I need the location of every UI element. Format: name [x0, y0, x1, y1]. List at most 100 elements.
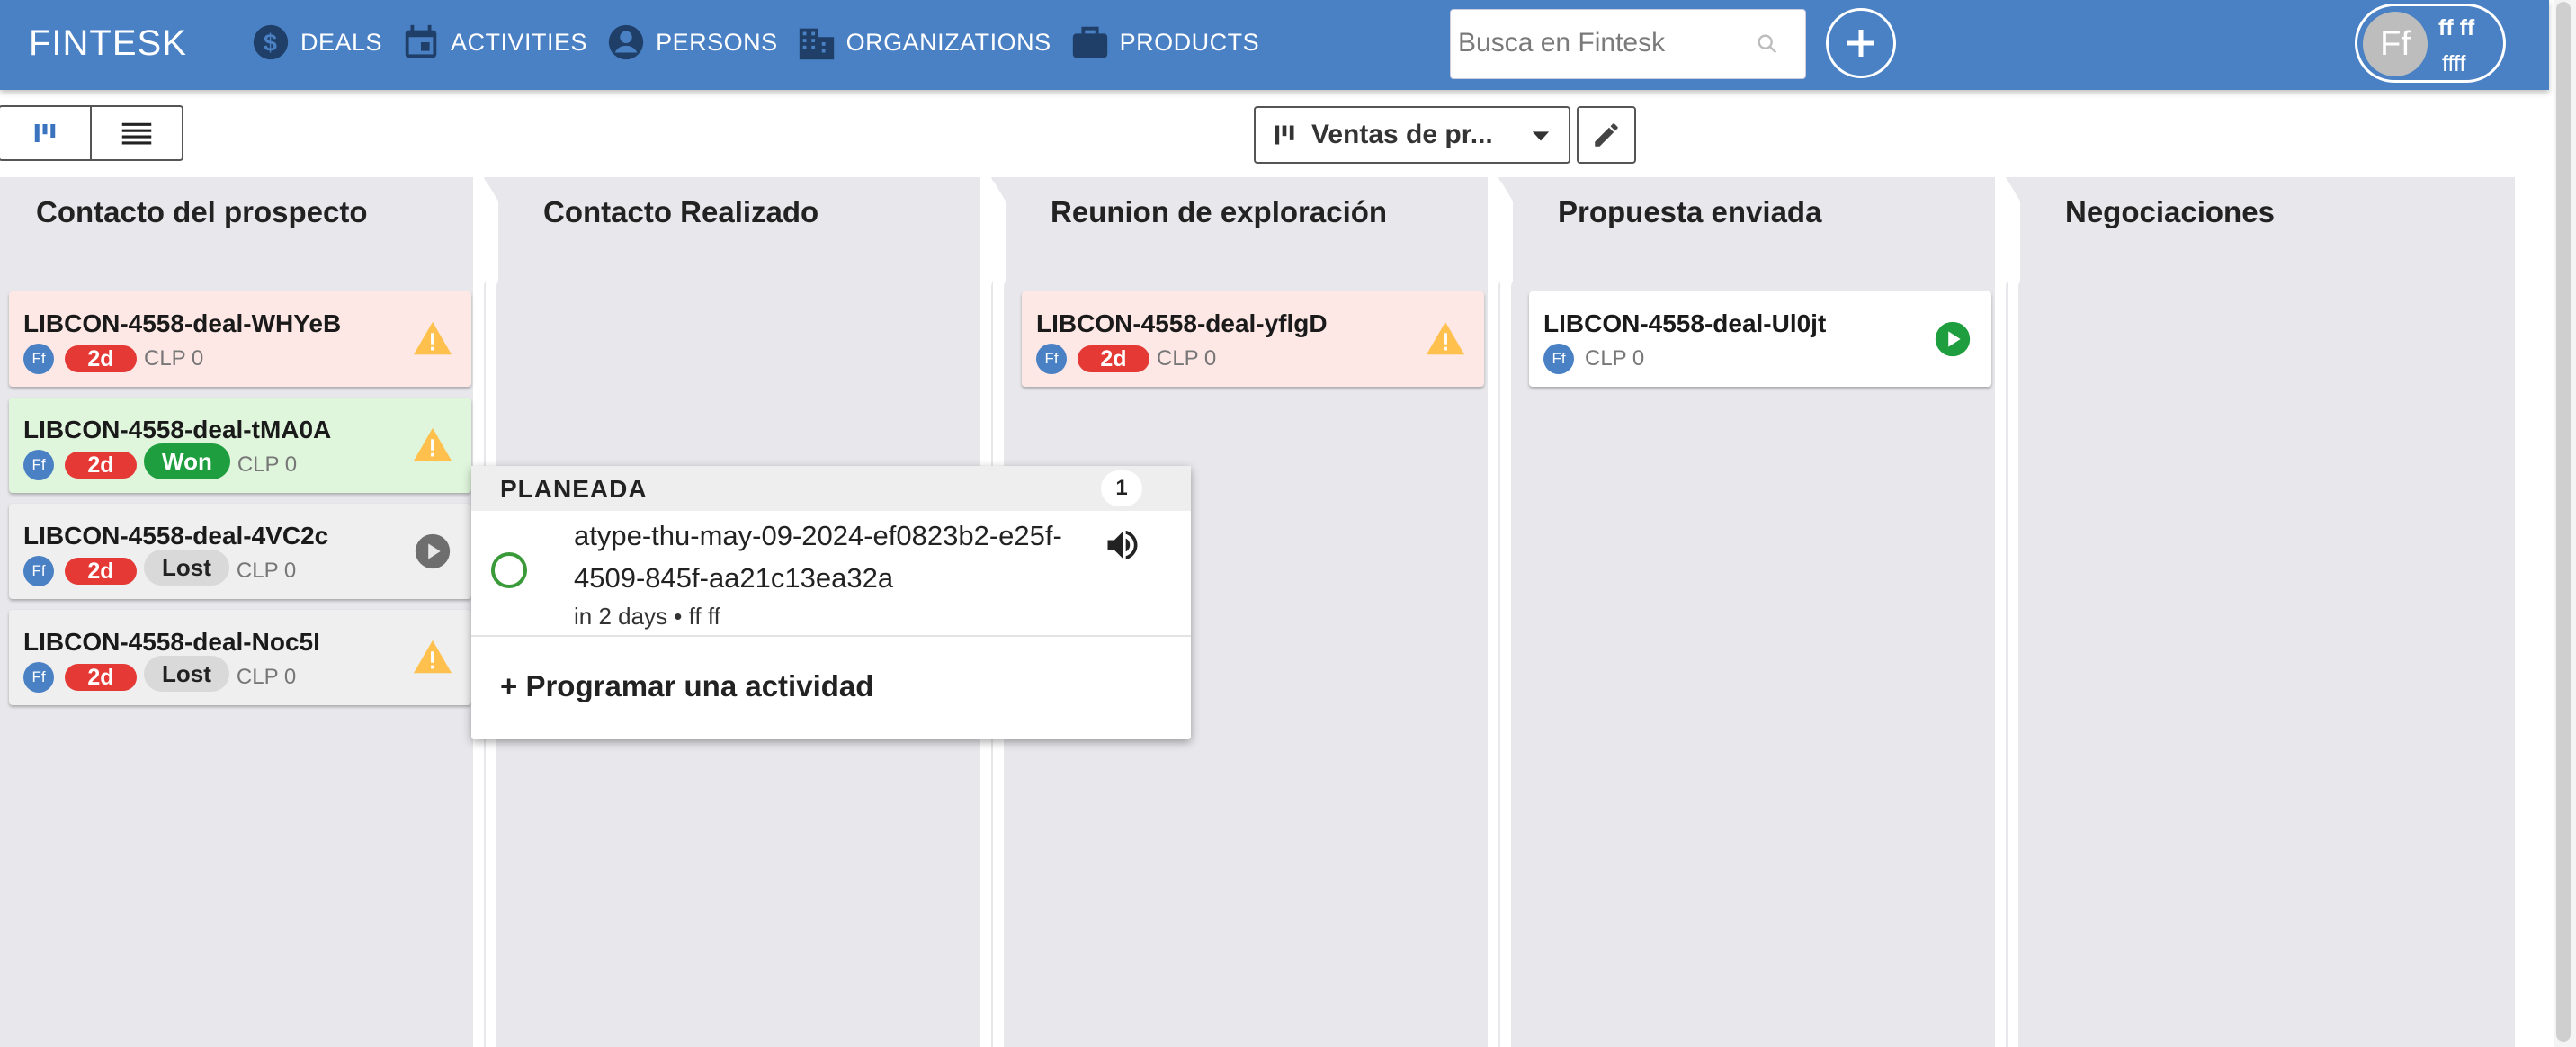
owner-avatar: Ff — [23, 556, 54, 586]
deal-meta: Ff CLP 0 — [1543, 344, 1644, 374]
briefcase-icon — [1072, 26, 1107, 58]
status-badge: Won — [144, 443, 230, 479]
popover-section-title: PLANEADA — [500, 475, 648, 503]
nav-activities-label: ACTIVITIES — [451, 28, 588, 56]
nav-products-label: PRODUCTS — [1119, 28, 1260, 56]
pipeline-select-label: Ventas de pr... — [1311, 120, 1493, 149]
deal-meta: Ff 2d Won CLP 0 — [23, 443, 298, 480]
deal-card[interactable]: LIBCON-4558-deal-Ul0jt Ff CLP 0 — [1529, 291, 1991, 387]
user-name: ff ff — [2438, 15, 2475, 40]
deal-title: LIBCON-4558-deal-WHYeB — [23, 309, 342, 337]
deal-title: LIBCON-4558-deal-Noc5I — [23, 628, 320, 656]
divider — [471, 635, 1191, 637]
stage-title: Contacto del prospecto — [36, 195, 368, 228]
nav-deals[interactable]: $ DEALS — [250, 22, 382, 63]
deal-card[interactable]: LIBCON-4558-deal-Noc5I Ff 2d Lost CLP 0 — [9, 610, 471, 705]
speaker-icon[interactable] — [1103, 525, 1142, 565]
nav-persons[interactable]: PERSONS — [605, 22, 778, 63]
warning-icon — [412, 318, 453, 360]
play-green-icon[interactable] — [1932, 318, 1973, 360]
popover-header: PLANEADA 1 — [471, 466, 1191, 511]
stage-title: Propuesta enviada — [1558, 195, 1822, 228]
stage-title: Reunion de exploración — [1051, 195, 1388, 228]
age-badge: 2d — [1078, 345, 1149, 372]
play-grey-icon[interactable] — [412, 531, 453, 572]
owner-avatar: Ff — [1036, 344, 1067, 374]
nav-deals-label: DEALS — [300, 28, 383, 56]
deal-title: LIBCON-4558-deal-yflgD — [1036, 309, 1328, 337]
search-input[interactable] — [1456, 22, 1757, 64]
activity-meta: in 2 days • ff ff — [574, 603, 720, 630]
deal-amount: CLP 0 — [237, 452, 298, 477]
kanban-icon — [1275, 125, 1294, 145]
activity-count-badge: 1 — [1101, 470, 1142, 506]
owner-avatar: Ff — [23, 450, 54, 480]
deal-card[interactable]: LIBCON-4558-deal-tMA0A Ff 2d Won CLP 0 — [9, 398, 471, 493]
deal-amount: CLP 0 — [144, 346, 204, 371]
stage-column: Negociaciones — [2020, 177, 2515, 1047]
age-badge: 2d — [65, 452, 137, 479]
stage-title: Contacto Realizado — [543, 195, 819, 228]
warning-icon — [1425, 318, 1466, 360]
search-box — [1450, 9, 1806, 79]
building-icon — [799, 28, 834, 60]
nav-organizations-label: ORGANIZATIONS — [845, 28, 1051, 56]
owner-avatar: Ff — [1543, 344, 1574, 374]
scrollbar-thumb[interactable] — [2556, 2, 2571, 1042]
owner-avatar: Ff — [23, 662, 54, 693]
status-badge: Lost — [144, 550, 229, 586]
deal-meta: Ff 2d CLP 0 — [1036, 344, 1216, 374]
deal-card[interactable]: LIBCON-4558-deal-WHYeB Ff 2d CLP 0 — [9, 291, 471, 387]
deal-meta: Ff 2d Lost CLP 0 — [23, 550, 297, 586]
deal-amount: CLP 0 — [1585, 346, 1645, 371]
nav-activities[interactable]: ACTIVITIES — [400, 22, 587, 63]
avatar: Ff — [2363, 12, 2428, 76]
deal-title: LIBCON-4558-deal-4VC2c — [23, 522, 329, 550]
plus-icon — [1847, 30, 1874, 57]
deal-amount: CLP 0 — [1157, 346, 1217, 371]
kanban-icon — [34, 124, 56, 142]
deal-title: LIBCON-4558-deal-Ul0jt — [1543, 309, 1827, 337]
chevron-down-icon — [1532, 131, 1550, 141]
stage-title: Negociaciones — [2065, 195, 2275, 228]
warning-icon — [412, 425, 453, 466]
edit-pipeline-button[interactable] — [1577, 106, 1636, 164]
dollar-circle-icon: $ — [253, 24, 289, 60]
deal-meta: Ff 2d Lost CLP 0 — [23, 656, 297, 693]
svg-text:$: $ — [264, 30, 278, 57]
warning-icon — [412, 637, 453, 678]
nav-organizations[interactable]: ORGANIZATIONS — [796, 22, 1051, 63]
nav-products[interactable]: PRODUCTS — [1069, 22, 1260, 63]
deal-card[interactable]: LIBCON-4558-deal-4VC2c Ff 2d Lost CLP 0 — [9, 504, 471, 599]
age-badge: 2d — [65, 345, 137, 372]
deal-title: LIBCON-4558-deal-tMA0A — [23, 416, 332, 443]
pencil-icon — [1595, 123, 1618, 147]
main-nav: $ DEALS ACTIVITIES PERSONS ORGANIZATIONS… — [250, 22, 1277, 63]
age-badge: 2d — [65, 558, 137, 585]
status-badge: Lost — [144, 656, 229, 692]
list-icon — [121, 122, 152, 145]
activity-popover: PLANEADA 1 atype-thu-may-09-2024-ef0823b… — [471, 466, 1191, 739]
user-subtitle: ffff — [2442, 51, 2466, 76]
add-button[interactable] — [1826, 8, 1896, 78]
schedule-activity-button[interactable]: + Programar una actividad — [500, 669, 873, 703]
user-menu[interactable]: Ff ff ff ffff — [2355, 4, 2506, 83]
deal-card[interactable]: LIBCON-4558-deal-yflgD Ff 2d CLP 0 — [1022, 291, 1484, 387]
owner-avatar: Ff — [23, 344, 54, 374]
brand-logo[interactable]: FINTESK — [29, 23, 187, 64]
list-view-button[interactable] — [92, 107, 182, 159]
activity-name[interactable]: atype-thu-may-09-2024-ef0823b2-e25f-4509… — [574, 515, 1096, 599]
pipeline-select[interactable]: Ventas de pr... — [1254, 106, 1570, 164]
deal-meta: Ff 2d CLP 0 — [23, 344, 203, 374]
top-app-bar: FINTESK $ DEALS ACTIVITIES PERSONS ORGAN… — [0, 0, 2549, 90]
age-badge: 2d — [65, 664, 137, 691]
calendar-icon — [405, 24, 437, 58]
person-circle-icon — [608, 24, 644, 60]
view-toggle — [0, 105, 183, 161]
deal-amount: CLP 0 — [236, 665, 297, 689]
nav-persons-label: PERSONS — [656, 28, 778, 56]
pipeline-view-button[interactable] — [0, 107, 92, 159]
deal-amount: CLP 0 — [236, 559, 297, 583]
activity-done-checkbox[interactable] — [491, 552, 527, 588]
search-icon[interactable] — [1755, 31, 1780, 57]
